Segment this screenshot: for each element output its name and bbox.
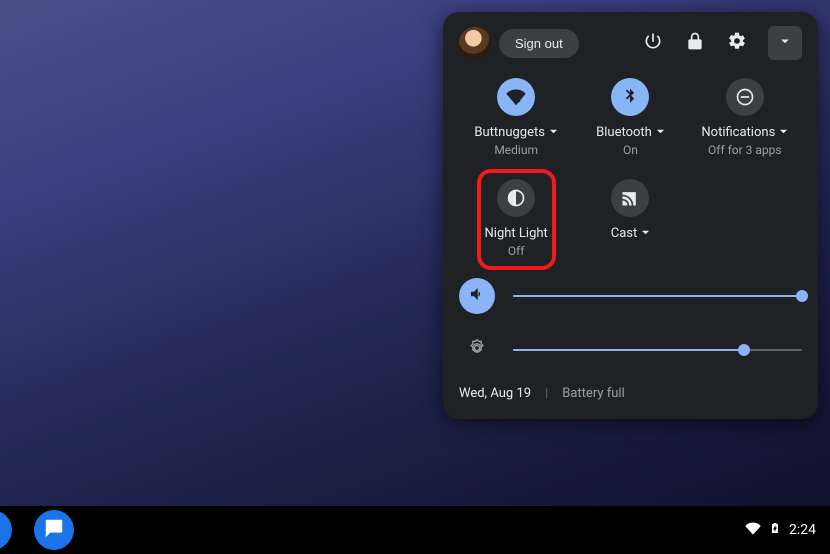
cast-label-row: Cast (611, 227, 651, 240)
power-icon (643, 31, 663, 55)
cast-icon (611, 179, 649, 217)
footer-date: Wed, Aug 19 (459, 386, 531, 401)
caret-down-icon (641, 227, 650, 240)
feature-tiles: Buttnuggets Medium Bluetooth On (459, 78, 802, 258)
footer-separator: | (545, 386, 548, 401)
volume-row (459, 278, 802, 314)
power-button[interactable] (636, 26, 670, 60)
shelf-app-partial[interactable] (0, 510, 12, 550)
wifi-icon (497, 78, 535, 116)
volume-slider[interactable] (513, 288, 802, 304)
cast-label: Cast (611, 227, 638, 240)
brightness-fill (513, 349, 744, 351)
bluetooth-icon (611, 78, 649, 116)
wifi-label: Buttnuggets (474, 126, 545, 139)
chat-icon (43, 517, 65, 544)
footer-battery: Battery full (562, 386, 624, 401)
sign-out-button[interactable]: Sign out (499, 29, 579, 58)
brightness-row (459, 332, 802, 368)
night-light-label-row: Night Light (485, 227, 548, 240)
shelf-left (0, 510, 74, 550)
system-tray[interactable]: 2:24 (745, 520, 816, 540)
user-avatar[interactable] (459, 27, 491, 59)
night-light-icon (497, 179, 535, 217)
night-light-sublabel: Off (508, 244, 525, 258)
brightness-icon (467, 338, 487, 362)
volume-fill (513, 295, 802, 297)
bluetooth-tile[interactable]: Bluetooth On (573, 78, 687, 157)
notifications-sublabel: Off for 3 apps (708, 143, 782, 157)
battery-tray-icon (769, 520, 781, 540)
bluetooth-label-row: Bluetooth (596, 126, 665, 139)
highlight-box: Night Light Off (477, 169, 556, 270)
cast-tile[interactable]: Cast (573, 179, 687, 258)
panel-header: Sign out (459, 26, 802, 60)
lock-icon (685, 31, 705, 55)
lock-button[interactable] (678, 26, 712, 60)
volume-button[interactable] (459, 278, 495, 314)
messages-app[interactable] (34, 510, 74, 550)
tray-clock: 2:24 (789, 522, 816, 538)
night-light-label: Night Light (485, 227, 548, 240)
caret-down-icon (656, 126, 665, 139)
volume-icon (468, 285, 486, 307)
bluetooth-sublabel: On (623, 143, 638, 157)
caret-down-icon (549, 126, 558, 139)
brightness-thumb[interactable] (738, 344, 750, 356)
wifi-tile[interactable]: Buttnuggets Medium (459, 78, 573, 157)
app-icon-partial (0, 510, 12, 550)
wifi-label-row: Buttnuggets (474, 126, 558, 139)
notifications-tile[interactable]: Notifications Off for 3 apps (688, 78, 802, 157)
shelf: 2:24 (0, 506, 830, 554)
chevron-down-icon (776, 32, 794, 54)
notifications-label-row: Notifications (701, 126, 788, 139)
quick-settings-panel: Sign out (443, 12, 818, 419)
wifi-tray-icon (745, 520, 761, 540)
gear-icon (727, 31, 747, 55)
do-not-disturb-icon (726, 78, 764, 116)
volume-thumb[interactable] (796, 290, 808, 302)
panel-footer: Wed, Aug 19 | Battery full (459, 386, 802, 401)
collapse-button[interactable] (768, 26, 802, 60)
notifications-label: Notifications (701, 126, 775, 139)
brightness-slider[interactable] (513, 342, 802, 358)
wifi-sublabel: Medium (494, 143, 538, 157)
bluetooth-label: Bluetooth (596, 126, 652, 139)
caret-down-icon (779, 126, 788, 139)
night-light-tile[interactable]: Night Light Off (459, 179, 573, 258)
desktop: Sign out (0, 0, 830, 554)
settings-button[interactable] (720, 26, 754, 60)
brightness-button[interactable] (459, 332, 495, 368)
